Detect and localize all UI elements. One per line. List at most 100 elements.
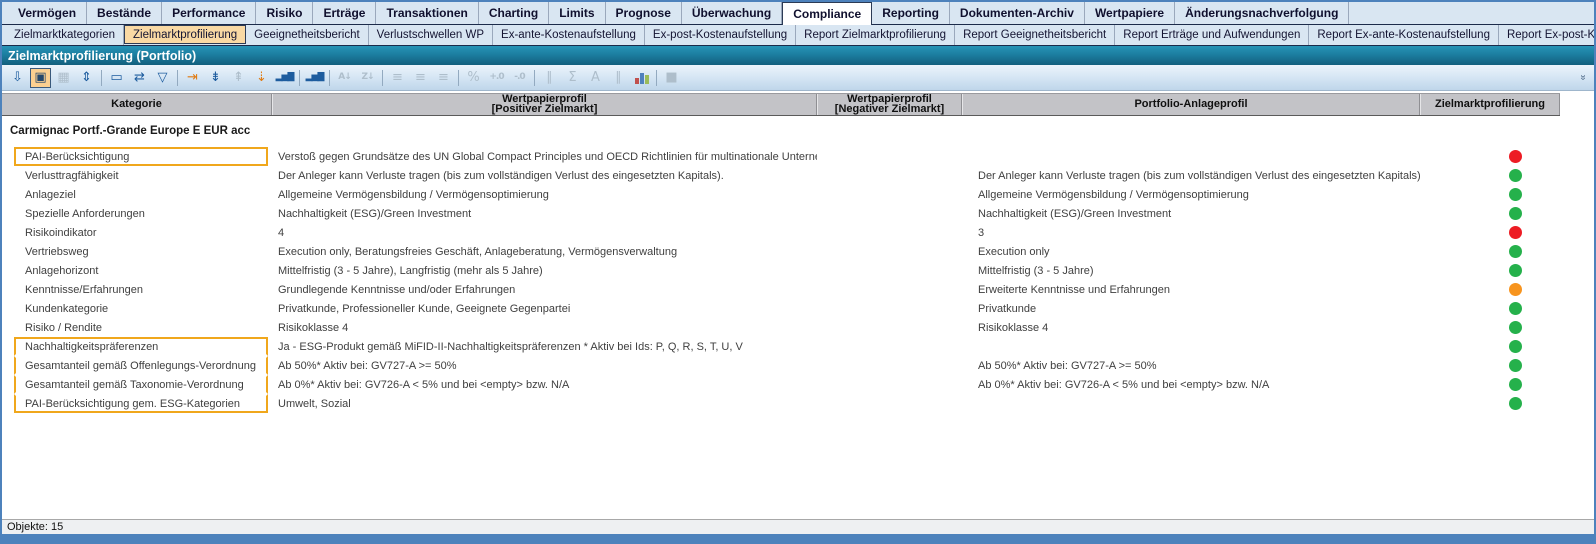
column-header-portfolio-anlageprofil[interactable]: Portfolio-Anlageprofil	[962, 94, 1420, 115]
subtab-ex-post-kostenaufstellung[interactable]: Ex-post-Kostenaufstellung	[645, 25, 796, 45]
menu-tab-performance[interactable]: Performance	[162, 2, 256, 24]
subtab-report-zielmarktprofilierung[interactable]: Report Zielmarktprofilierung	[796, 25, 955, 45]
menu-tab-reporting[interactable]: Reporting	[872, 2, 950, 24]
toolbar-separator	[656, 70, 657, 86]
toolbar-overflow-button[interactable]: »	[1576, 70, 1590, 86]
category-label: Anlagehorizont	[14, 261, 268, 280]
table-body: Carmignac Portf.-Grande Europe E EUR acc…	[2, 116, 1594, 519]
category-cell: Verlusttragfähigkeit	[2, 166, 272, 185]
subtab-report-geeignetheitsbericht[interactable]: Report Geeignetheitsbericht	[955, 25, 1115, 45]
expand-window-icon[interactable]: ▣	[30, 68, 51, 88]
table-row-pai-berücksichtigung-gem-esg-kategorien[interactable]: PAI-Berücksichtigung gem. ESG-Kategorien…	[2, 394, 1594, 413]
zielmarktprofilierung-cell	[1420, 223, 1560, 242]
new-view-icon[interactable]: ▭	[106, 68, 127, 88]
status-dot-green	[1509, 359, 1522, 372]
table-row-gesamtanteil-gemäß-offenlegungs-verordnung[interactable]: Gesamtanteil gemäß Offenlegungs-Verordnu…	[2, 356, 1594, 375]
zielmarktprofilierung-cell	[1420, 242, 1560, 261]
add-decimal-icon: +.0	[486, 68, 507, 88]
table-row-kenntnisse-erfahrungen[interactable]: Kenntnisse/ErfahrungenGrundlegende Kennt…	[2, 280, 1594, 299]
menu-tab-überwachung[interactable]: Überwachung	[682, 2, 782, 24]
zielmarktprofilierung-cell	[1420, 204, 1560, 223]
table-row-anlageziel[interactable]: AnlagezielAllgemeine Vermögensbildung / …	[2, 185, 1594, 204]
status-dot-green	[1509, 264, 1522, 277]
sum-icon: Σ	[562, 68, 583, 88]
export-report-icon[interactable]: ⇩	[7, 68, 28, 88]
menu-tab-bestände[interactable]: Bestände	[87, 2, 162, 24]
wertpapierprofil-negativ-value	[817, 394, 962, 413]
page-title: Zielmarktprofilierung (Portfolio)	[8, 49, 196, 63]
toolbar: ⇩▣▦⇕▭⇄▽⇥⇟⇞⇣▂▅▇▂▅▇A↓Z↓≡≡≡%+.0-.0∥ΣA∥■ »	[2, 65, 1594, 91]
table-row-verlusttragfähigkeit[interactable]: Verlusttragfähigkeit Der Anleger kann Ver…	[2, 166, 1594, 185]
refresh-icon[interactable]: ⇄	[129, 68, 150, 88]
fit-height-icon[interactable]: ⇕	[76, 68, 97, 88]
table-row-spezielle-anforderungen[interactable]: Spezielle AnforderungenNachhaltigkeit (E…	[2, 204, 1594, 223]
insert-row-below-icon[interactable]: ⇟	[205, 68, 226, 88]
zielmarktprofilierung-cell	[1420, 280, 1560, 299]
align-right-icon: ≡	[433, 68, 454, 88]
drilldown-icon[interactable]: ⇣	[251, 68, 272, 88]
subtab-zielmarktprofilierung[interactable]: Zielmarktprofilierung	[124, 25, 246, 44]
subtab-ex-ante-kostenaufstellung[interactable]: Ex-ante-Kostenaufstellung	[493, 25, 645, 45]
column-chart-icon[interactable]: ▂▅▇	[304, 68, 325, 88]
column-header-wertpapierprofil-negativ[interactable]: Wertpapierprofil [Negativer Zielmarkt]	[817, 94, 962, 115]
filter-settings-icon[interactable]: ▽	[152, 68, 173, 88]
menu-tab-vermögen[interactable]: Vermögen	[8, 2, 87, 24]
wertpapierprofil-negativ-value	[817, 299, 962, 318]
wertpapierprofil-positiv-value: Ab 0%* Aktiv bei: GV726-A < 5% und bei <…	[272, 375, 817, 394]
insert-column-icon[interactable]: ⇥	[182, 68, 203, 88]
category-label: PAI-Berücksichtigung	[14, 147, 268, 166]
chart-icon[interactable]	[631, 68, 652, 88]
table-row-risikoindikator[interactable]: Risikoindikator43	[2, 223, 1594, 242]
menu-tab-limits[interactable]: Limits	[549, 2, 605, 24]
column-header-kategorie[interactable]: Kategorie	[2, 94, 272, 115]
toolbar-separator	[299, 70, 300, 86]
subtab-report-ex-post-kostenaufstellung[interactable]: Report Ex-post-Kostenaufstellung	[1499, 25, 1596, 45]
table-row-nachhaltigkeitspräferenzen[interactable]: NachhaltigkeitspräferenzenJa - ESG-Produ…	[2, 337, 1594, 356]
portfolio-anlageprofil-value: 3	[962, 223, 1420, 242]
menu-tab-dokumenten-archiv[interactable]: Dokumenten-Archiv	[950, 2, 1085, 24]
subtab-report-ex-ante-kostenaufstellung[interactable]: Report Ex-ante-Kostenaufstellung	[1309, 25, 1499, 45]
status-dot-green	[1509, 169, 1522, 182]
menu-tab-transaktionen[interactable]: Transaktionen	[376, 2, 478, 24]
column-header-wertpapierprofil-positiv[interactable]: Wertpapierprofil [Positiver Zielmarkt]	[272, 94, 817, 115]
status-dot-green	[1509, 397, 1522, 410]
portfolio-anlageprofil-value	[962, 394, 1420, 413]
menu-bar: VermögenBeständePerformanceRisikoErträge…	[2, 2, 1594, 25]
category-cell: Risiko / Rendite	[2, 318, 272, 337]
category-label: Nachhaltigkeitspräferenzen	[14, 337, 268, 356]
menu-tab-compliance[interactable]: Compliance	[782, 2, 872, 25]
menu-tab-charting[interactable]: Charting	[479, 2, 549, 24]
table-row-kundenkategorie[interactable]: KundenkategoriePrivatkunde, Professionel…	[2, 299, 1594, 318]
category-label: Anlageziel	[14, 185, 268, 204]
subtab-report-erträge-und-aufwendungen[interactable]: Report Erträge und Aufwendungen	[1115, 25, 1309, 45]
wertpapierprofil-negativ-value	[817, 185, 962, 204]
menu-tab-erträge[interactable]: Erträge	[313, 2, 376, 24]
subtab-geeignetheitsbericht[interactable]: Geeignetheitsbericht	[246, 25, 368, 45]
zielmarktprofilierung-cell	[1420, 337, 1560, 356]
table-header: Kategorie Wertpapierprofil [Positiver Zi…	[2, 93, 1560, 116]
menu-tab-risiko[interactable]: Risiko	[256, 2, 313, 24]
portfolio-anlageprofil-value	[962, 337, 1420, 356]
table-row-gesamtanteil-gemäß-taxonomie-verordnung[interactable]: Gesamtanteil gemäß Taxonomie-VerordnungA…	[2, 375, 1594, 394]
toolbar-icons: ⇩▣▦⇕▭⇄▽⇥⇟⇞⇣▂▅▇▂▅▇A↓Z↓≡≡≡%+.0-.0∥ΣA∥■	[6, 68, 1576, 88]
copy-view-icon: ▦	[53, 68, 74, 88]
table-row-vertriebsweg[interactable]: VertriebswegExecution only, Beratungsfre…	[2, 242, 1594, 261]
menu-tab-änderungsnachverfolgung[interactable]: Änderungsnachverfolgung	[1175, 2, 1349, 24]
chart-bar	[640, 73, 644, 84]
portfolio-anlageprofil-value: Ab 50%* Aktiv bei: GV727-A >= 50%	[962, 356, 1420, 375]
align-left-icon: ≡	[387, 68, 408, 88]
toolbar-separator	[177, 70, 178, 86]
category-label: Vertriebsweg	[14, 242, 268, 261]
table-row-anlagehorizont[interactable]: AnlagehorizontMittelfristig (3 - 5 Jahre…	[2, 261, 1594, 280]
menu-tab-prognose[interactable]: Prognose	[606, 2, 682, 24]
portfolio-anlageprofil-value: Der Anleger kann Verluste tragen (bis zu…	[962, 166, 1420, 185]
subtab-verlustschwellen-wp[interactable]: Verlustschwellen WP	[369, 25, 493, 45]
chart-drill-icon[interactable]: ▂▅▇	[274, 68, 295, 88]
table-row-pai-berücksichtigung[interactable]: PAI-BerücksichtigungVerstoß gegen Grunds…	[2, 147, 1594, 166]
subtab-zielmarktkategorien[interactable]: Zielmarktkategorien	[6, 25, 124, 45]
menu-tab-wertpapiere[interactable]: Wertpapiere	[1085, 2, 1175, 24]
status-dot-green	[1509, 321, 1522, 334]
table-row-risiko-rendite[interactable]: Risiko / RenditeRisikoklasse 4Risikoklas…	[2, 318, 1594, 337]
category-cell: Nachhaltigkeitspräferenzen	[2, 337, 272, 356]
column-header-zielmarktprofilierung[interactable]: Zielmarktprofilierung	[1420, 94, 1560, 115]
